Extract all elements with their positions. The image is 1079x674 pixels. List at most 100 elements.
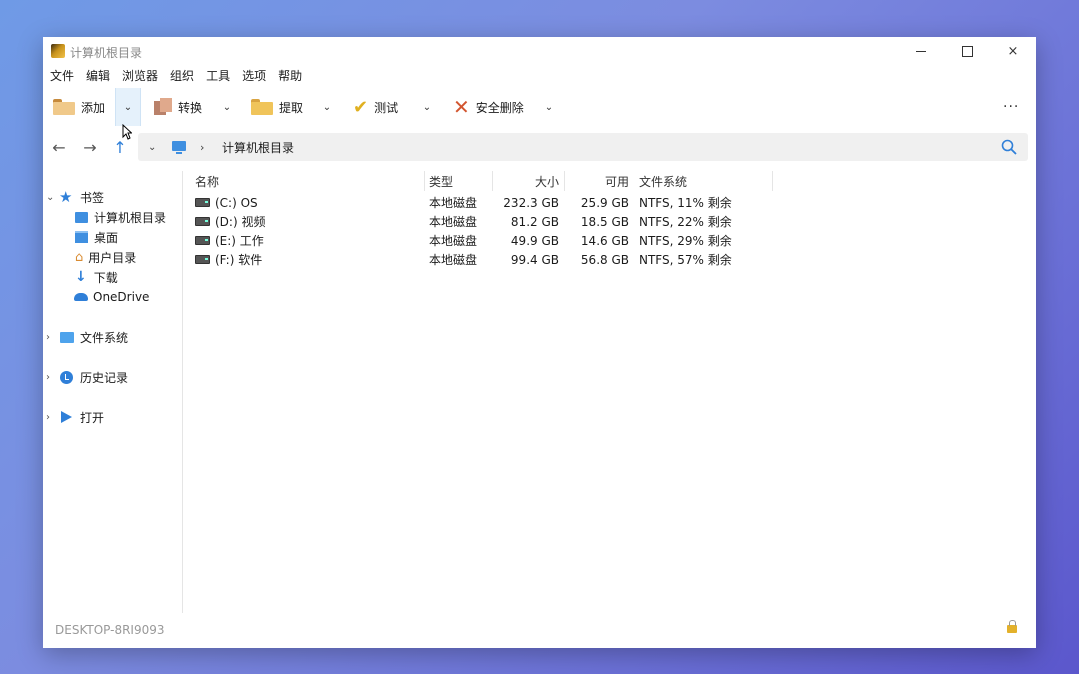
convert-button[interactable]: 转换 — [154, 88, 202, 126]
checkmark-icon: ✔ — [353, 96, 369, 118]
convert-label: 转换 — [178, 100, 203, 115]
minimize-button[interactable] — [898, 37, 944, 65]
extract-dropdown-button[interactable]: ⌄ — [315, 88, 339, 126]
drive-icon — [195, 198, 210, 207]
close-button[interactable]: × — [990, 37, 1036, 65]
home-icon: ⌂ — [75, 249, 84, 265]
column-header-type[interactable]: 类型 — [429, 171, 453, 191]
table-row[interactable]: (E:) 工作 本地磁盘 49.9 GB 14.6 GB NTFS, 29% 剩… — [189, 231, 829, 250]
window-title: 计算机根目录 — [70, 46, 143, 60]
sidebar-item-label: 用户目录 — [88, 250, 137, 265]
sidebar-item-onedrive[interactable]: OneDrive — [74, 287, 149, 307]
more-options-button[interactable]: ··· — [1003, 88, 1019, 126]
extract-label: 提取 — [279, 100, 304, 115]
drive-name: (E:) 工作 — [215, 234, 264, 248]
minimize-icon — [916, 50, 926, 52]
chevron-down-icon[interactable]: ⌄ — [46, 192, 54, 203]
free-cell: 25.9 GB — [580, 195, 629, 210]
forward-button[interactable]: → — [76, 131, 104, 163]
drive-name: (F:) 软件 — [215, 253, 263, 267]
column-header-name[interactable]: 名称 — [195, 171, 219, 191]
sidebar-item-label: 下载 — [93, 270, 118, 285]
play-icon — [61, 411, 72, 423]
filesystem-cell: NTFS, 22% 剩余 — [639, 215, 732, 229]
extract-folder-icon — [251, 99, 273, 115]
secure-delete-button[interactable]: ✕ 安全删除 — [453, 88, 524, 126]
menu-options[interactable]: 选项 — [236, 67, 272, 85]
convert-dropdown-button[interactable]: ⌄ — [215, 88, 239, 126]
column-divider[interactable] — [492, 171, 493, 191]
filesystem-cell: NTFS, 57% 剩余 — [639, 253, 732, 267]
add-archive-icon — [53, 99, 75, 115]
sidebar-item-label: 计算机根目录 — [94, 210, 167, 225]
chevron-right-icon[interactable]: › — [46, 372, 50, 383]
filesystem-cell: NTFS, 29% 剩余 — [639, 234, 732, 248]
back-button[interactable]: ← — [45, 131, 73, 163]
menu-browser[interactable]: 浏览器 — [116, 67, 164, 85]
lock-icon[interactable] — [1007, 620, 1017, 633]
drive-icon — [195, 236, 210, 245]
test-button[interactable]: ✔ 测试 — [353, 88, 398, 126]
test-label: 测试 — [374, 100, 399, 115]
name-cell: (F:) 软件 — [195, 250, 262, 269]
navigation-row: ← → ↑ ⌄ › 计算机根目录 — [43, 131, 1036, 163]
sidebar-item-label: 打开 — [80, 410, 105, 425]
drive-icon — [195, 255, 210, 264]
column-divider[interactable] — [772, 171, 773, 191]
add-dropdown-button[interactable]: ⌄ — [115, 88, 141, 126]
column-header-free[interactable]: 可用 — [569, 171, 629, 191]
download-icon: ↓ — [75, 269, 87, 285]
folder-icon — [60, 331, 74, 343]
sidebar-item-downloads[interactable]: ↓ 下载 — [75, 267, 118, 287]
drive-name: (D:) 视频 — [215, 215, 266, 229]
drive-icon — [195, 217, 210, 226]
chevron-right-icon[interactable]: › — [46, 332, 50, 343]
sidebar: ⌄ ★ 书签 计算机根目录 桌面 ⌂ 用户目录 ↓ 下载 OneDrive › … — [43, 171, 183, 613]
search-icon[interactable] — [1000, 138, 1018, 156]
sidebar-item-desktop[interactable]: 桌面 — [75, 227, 118, 247]
maximize-button[interactable] — [944, 37, 990, 65]
table-row[interactable]: (C:) OS 本地磁盘 232.3 GB 25.9 GB NTFS, 11% … — [189, 193, 829, 212]
free-cell: 56.8 GB — [580, 252, 629, 267]
breadcrumb-current[interactable]: 计算机根目录 — [222, 133, 294, 161]
drive-name: (C:) OS — [215, 195, 258, 210]
column-header-size[interactable]: 大小 — [497, 171, 559, 191]
computer-icon — [172, 141, 186, 154]
address-history-dropdown[interactable]: ⌄ — [148, 133, 156, 161]
convert-icon — [154, 98, 172, 116]
menu-file[interactable]: 文件 — [43, 67, 80, 85]
filesystem-cell: NTFS, 11% 剩余 — [639, 196, 732, 210]
star-icon: ★ — [59, 188, 73, 206]
column-divider[interactable] — [564, 171, 565, 191]
test-dropdown-button[interactable]: ⌄ — [415, 88, 439, 126]
table-row[interactable]: (F:) 软件 本地磁盘 99.4 GB 56.8 GB NTFS, 57% 剩… — [189, 250, 829, 269]
menu-tools[interactable]: 工具 — [200, 67, 236, 85]
type-cell: 本地磁盘 — [429, 253, 478, 267]
computer-icon — [75, 211, 88, 223]
app-window: 计算机根目录 × 文件 编辑 浏览器 组织 工具 选项 帮助 添加 ⌄ 转换 ⌄… — [43, 37, 1036, 648]
menu-organize[interactable]: 组织 — [164, 67, 200, 85]
desktop-icon — [75, 231, 88, 243]
column-divider[interactable] — [424, 171, 425, 191]
address-bar[interactable]: ⌄ › 计算机根目录 — [138, 133, 1028, 161]
name-cell: (E:) 工作 — [195, 231, 264, 250]
column-header-filesystem[interactable]: 文件系统 — [639, 171, 687, 191]
breadcrumb-separator[interactable]: › — [200, 133, 204, 161]
menu-bar: 文件 编辑 浏览器 组织 工具 选项 帮助 — [43, 67, 308, 85]
up-button[interactable]: ↑ — [106, 131, 134, 163]
chevron-right-icon[interactable]: › — [46, 412, 50, 423]
menu-edit[interactable]: 编辑 — [80, 67, 116, 85]
table-row[interactable]: (D:) 视频 本地磁盘 81.2 GB 18.5 GB NTFS, 22% 剩… — [189, 212, 829, 231]
extract-button[interactable]: 提取 — [251, 88, 303, 126]
delete-x-icon: ✕ — [453, 95, 470, 119]
secure-delete-dropdown-button[interactable]: ⌄ — [537, 88, 561, 126]
title-bar: 计算机根目录 × — [43, 37, 1036, 65]
add-button[interactable]: 添加 — [53, 88, 105, 126]
menu-help[interactable]: 帮助 — [272, 67, 308, 85]
sidebar-item-label: 书签 — [80, 190, 105, 205]
sidebar-item-user-home[interactable]: ⌂ 用户目录 — [75, 247, 136, 267]
name-cell: (D:) 视频 — [195, 212, 265, 231]
toolbar: 添加 ⌄ 转换 ⌄ 提取 ⌄ ✔ 测试 ⌄ ✕ 安全删除 ⌄ ··· — [43, 88, 1036, 126]
sidebar-item-computer-root[interactable]: 计算机根目录 — [75, 207, 166, 227]
size-cell: 99.4 GB — [510, 252, 559, 267]
